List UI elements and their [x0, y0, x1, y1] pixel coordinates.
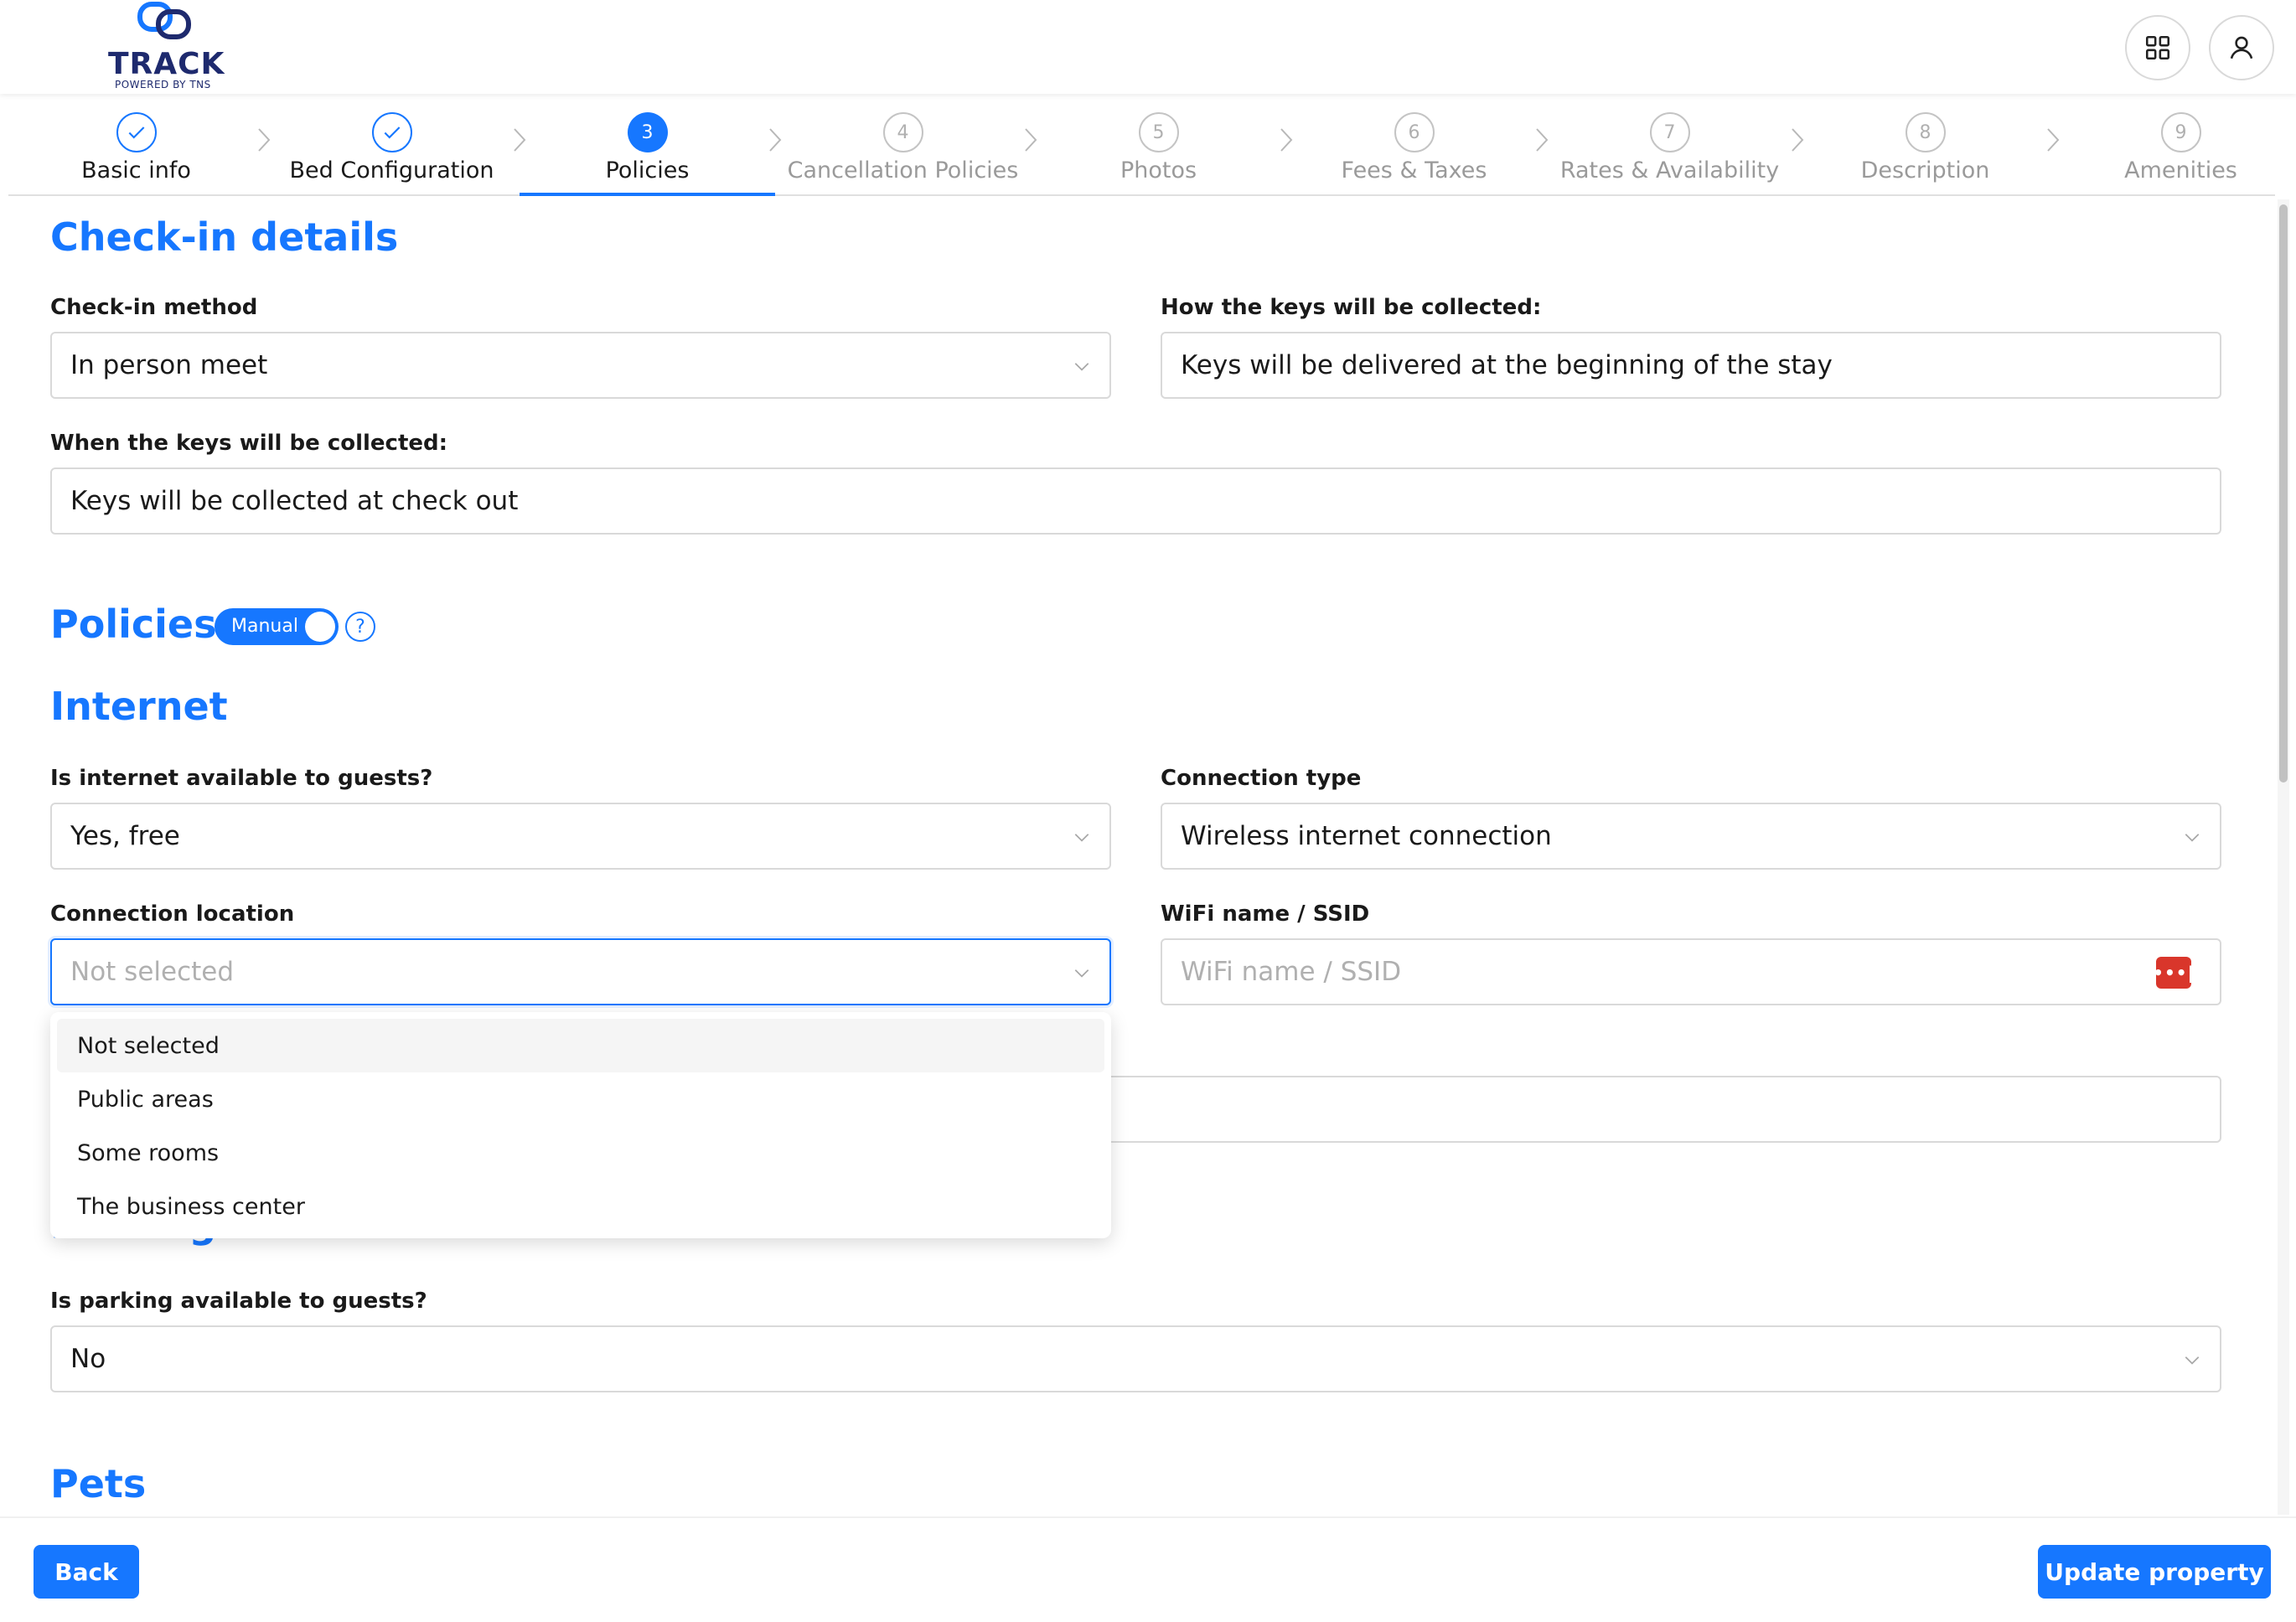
- update-property-button[interactable]: Update property: [2038, 1545, 2271, 1599]
- keys-when-input[interactable]: Keys will be collected at check out: [50, 467, 2221, 535]
- step-label: Amenities: [2124, 158, 2237, 183]
- scrollbar[interactable]: [2278, 199, 2289, 1515]
- wifi-password-input[interactable]: [1056, 1076, 2221, 1143]
- wifi-name-label: WiFi name / SSID: [1161, 901, 1370, 927]
- parking-available-select[interactable]: No: [50, 1325, 2221, 1392]
- step-label: Rates & Availability: [1559, 158, 1780, 183]
- apps-button[interactable]: [2125, 15, 2190, 80]
- connection-type-select[interactable]: Wireless internet connection: [1161, 803, 2221, 870]
- logo-tagline: POWERED BY TNS: [115, 79, 211, 90]
- step-number: 7: [1649, 112, 1690, 152]
- parking-available-value: No: [70, 1344, 106, 1374]
- active-step-underline: [520, 193, 775, 196]
- wifi-name-input[interactable]: WiFi name / SSID •••|: [1161, 938, 2221, 1005]
- chevron-down-icon: [2185, 834, 2200, 842]
- pets-section-title: Pets: [50, 1461, 147, 1506]
- dropdown-option[interactable]: The business center: [57, 1180, 1104, 1233]
- grid-icon: [2145, 35, 2170, 60]
- step-label: Cancellation Policies: [787, 158, 1019, 183]
- step-label: Description: [1860, 158, 1990, 183]
- keys-how-value: Keys will be delivered at the beginning …: [1181, 350, 1833, 380]
- logo-mark-icon: [137, 2, 191, 39]
- step-number: 4: [882, 112, 923, 152]
- step-label: Photos: [1120, 158, 1197, 183]
- checkin-method-value: In person meet: [70, 350, 268, 380]
- back-button[interactable]: Back: [34, 1545, 139, 1599]
- user-icon: [2230, 36, 2253, 59]
- policies-section-title: Policies: [50, 602, 217, 647]
- step-3[interactable]: 3 Policies: [520, 94, 775, 196]
- step-label: Policies: [605, 158, 690, 183]
- chevron-down-icon: [2185, 1356, 2200, 1365]
- step-7[interactable]: 7 Rates & Availability: [1542, 94, 1797, 194]
- checkin-section-title: Check-in details: [50, 214, 399, 260]
- step-2[interactable]: Bed Configuration: [264, 94, 520, 194]
- step-number: 8: [1905, 112, 1946, 152]
- wifi-name-placeholder: WiFi name / SSID: [1181, 957, 1402, 987]
- logo-text: TRACK: [108, 47, 225, 81]
- step-9[interactable]: 9 Amenities: [2053, 94, 2296, 194]
- wizard-steps: Basic info Bed Configuration 3 Policies 4 Can…: [8, 94, 2275, 196]
- step-number: 3: [627, 112, 668, 152]
- internet-available-label: Is internet available to guests?: [50, 766, 433, 791]
- step-5[interactable]: 5 Photos: [1031, 94, 1286, 194]
- internet-available-value: Yes, free: [70, 821, 180, 851]
- step-4[interactable]: 4 Cancellation Policies: [775, 94, 1031, 194]
- connection-location-dropdown: Not selected Public areas Some rooms The bu…: [50, 1012, 1111, 1238]
- footer-bar: Back Update property: [0, 1516, 2296, 1622]
- connection-location-value: Not selected: [70, 957, 235, 987]
- parking-available-label: Is parking available to guests?: [50, 1289, 427, 1314]
- step-label: Basic info: [81, 158, 191, 183]
- app-header: TRACK POWERED BY TNS: [0, 0, 2296, 94]
- keys-how-input[interactable]: Keys will be delivered at the beginning …: [1161, 332, 2221, 399]
- internet-section-title: Internet: [50, 684, 228, 729]
- step-6[interactable]: 6 Fees & Taxes: [1286, 94, 1542, 194]
- internet-available-select[interactable]: Yes, free: [50, 803, 1111, 870]
- step-number: 9: [2160, 112, 2201, 152]
- dropdown-option[interactable]: Some rooms: [57, 1126, 1104, 1180]
- step-number: 6: [1394, 112, 1435, 152]
- step-number: 5: [1138, 112, 1179, 152]
- step-8[interactable]: 8 Description: [1797, 94, 2053, 194]
- dropdown-option[interactable]: Public areas: [57, 1072, 1104, 1126]
- step-label: Fees & Taxes: [1341, 158, 1487, 183]
- toggle-knob: [305, 612, 335, 642]
- policies-form: Check-in details Check-in method In pers…: [0, 198, 2279, 1515]
- connection-location-select[interactable]: Not selected: [50, 938, 1111, 1005]
- chevron-down-icon: [1074, 834, 1089, 842]
- connection-location-label: Connection location: [50, 901, 295, 927]
- chevron-down-icon: [1074, 363, 1089, 371]
- dropdown-option[interactable]: Not selected: [57, 1019, 1104, 1072]
- step-1[interactable]: Basic info: [8, 94, 264, 194]
- user-menu-button[interactable]: [2209, 15, 2274, 80]
- keys-when-value: Keys will be collected at check out: [70, 486, 519, 516]
- password-manager-icon[interactable]: •••|: [2153, 957, 2194, 989]
- keys-when-label: When the keys will be collected:: [50, 431, 448, 456]
- keys-how-label: How the keys will be collected:: [1161, 295, 1542, 320]
- chevron-down-icon: [1074, 969, 1089, 978]
- manual-toggle-label: Manual: [231, 616, 298, 637]
- manual-toggle[interactable]: Manual: [215, 608, 339, 645]
- help-icon[interactable]: ?: [345, 612, 375, 642]
- connection-type-label: Connection type: [1161, 766, 1362, 791]
- checkin-method-select[interactable]: In person meet: [50, 332, 1111, 399]
- check-icon: [116, 112, 157, 152]
- connection-type-value: Wireless internet connection: [1181, 821, 1552, 851]
- step-label: Bed Configuration: [289, 158, 494, 183]
- checkin-method-label: Check-in method: [50, 295, 258, 320]
- scroll-thumb[interactable]: [2279, 204, 2288, 783]
- track-logo[interactable]: TRACK POWERED BY TNS: [105, 0, 225, 92]
- check-icon: [371, 112, 412, 152]
